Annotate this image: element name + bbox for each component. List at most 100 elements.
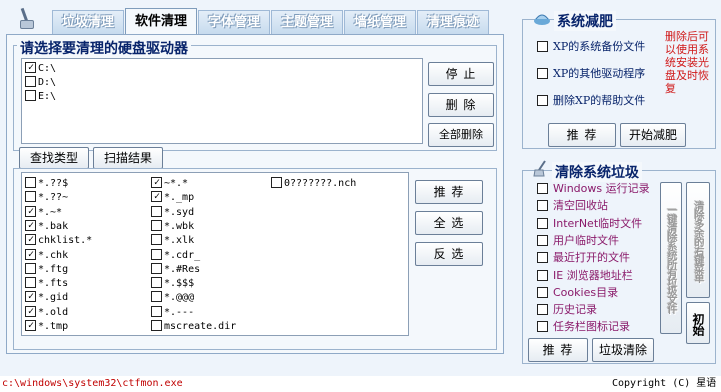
start-slim-button[interactable]: 开始减肥 <box>620 123 686 147</box>
checkbox[interactable] <box>25 219 36 231</box>
junk-item[interactable]: 任务栏图标记录 <box>537 320 630 334</box>
drive-item[interactable]: D:\ <box>25 76 56 90</box>
junk-item[interactable]: 最近打开的文件 <box>537 251 630 265</box>
checkbox[interactable] <box>25 277 36 289</box>
pattern-item[interactable]: *.gid <box>25 291 68 305</box>
checkbox[interactable] <box>25 177 36 188</box>
checkbox[interactable] <box>537 183 548 194</box>
slim-recommend-button[interactable]: 推 荐 <box>548 123 616 147</box>
checkbox[interactable] <box>151 248 162 260</box>
junk-item[interactable]: 用户临时文件 <box>537 234 619 248</box>
clear-context-menu-button[interactable]: 清除多余的右键菜单 <box>686 182 710 298</box>
checkbox[interactable] <box>537 286 548 298</box>
tab-junk-clean[interactable]: 垃圾清理 <box>52 10 124 34</box>
drive-item[interactable]: E:\ <box>25 90 56 104</box>
pattern-item[interactable]: *.syd <box>151 205 194 220</box>
pattern-item[interactable]: *.xlk <box>151 234 194 248</box>
checkbox[interactable] <box>537 269 548 281</box>
slim-item[interactable]: XP的系统备份文件 <box>537 40 645 54</box>
tab-software-clean[interactable]: 软件清理 <box>125 8 197 35</box>
checkbox[interactable] <box>151 219 162 231</box>
checkbox[interactable] <box>537 200 548 212</box>
checkbox[interactable] <box>537 41 548 52</box>
junk-item[interactable]: IE 浏览器地址栏 <box>537 269 633 283</box>
checkbox[interactable] <box>537 252 548 264</box>
checkbox[interactable] <box>151 234 162 246</box>
junk-item[interactable]: InterNet临时文件 <box>537 217 642 231</box>
checkbox[interactable] <box>25 248 36 260</box>
pattern-item[interactable]: *.bak <box>25 219 68 234</box>
junk-item[interactable]: 历史记录 <box>537 303 597 317</box>
checkbox[interactable] <box>25 291 36 303</box>
checkbox[interactable] <box>151 320 162 331</box>
pattern-item[interactable]: 0???????.nch <box>271 177 356 191</box>
pattern-item[interactable]: ~*.* <box>151 177 188 191</box>
scan-results-tab[interactable]: 扫描结果 <box>93 147 163 169</box>
checkbox[interactable] <box>151 205 162 217</box>
checkbox[interactable] <box>25 76 36 87</box>
checkbox[interactable] <box>151 277 162 289</box>
checkbox[interactable] <box>25 62 36 73</box>
junk-recommend-button[interactable]: 推 荐 <box>528 338 588 362</box>
pattern-item[interactable]: *.@@@ <box>151 291 194 305</box>
checkbox[interactable] <box>271 177 282 188</box>
pattern-item[interactable]: *.fts <box>25 277 68 291</box>
pattern-item[interactable]: chklist.* <box>25 234 92 248</box>
tab-wallpaper-manage[interactable]: 墙纸管理 <box>344 10 416 34</box>
find-types-tab[interactable]: 查找类型 <box>19 147 89 169</box>
checkbox[interactable] <box>25 90 36 101</box>
checkbox[interactable] <box>25 191 36 203</box>
pattern-item[interactable]: *.??~ <box>25 191 68 205</box>
checkbox[interactable] <box>537 68 548 79</box>
pattern-list[interactable]: *.??$ *.??~ *.~* *.bak chklist.* *.chk *.ftg *.… <box>21 172 409 336</box>
checkbox[interactable] <box>537 321 548 333</box>
checkbox[interactable] <box>537 234 548 246</box>
pattern-item[interactable]: *.tmp <box>25 320 68 334</box>
pattern-item[interactable]: *.--- <box>151 305 194 320</box>
pattern-item[interactable]: *.chk <box>25 248 68 263</box>
one-click-clean-all-button[interactable]: 一键清除系统所有垃圾文件 <box>660 182 682 334</box>
pattern-item[interactable]: *._mp <box>151 191 194 205</box>
pattern-item[interactable]: mscreate.dir <box>151 320 236 334</box>
checkbox[interactable] <box>25 234 36 246</box>
tab-clear-traces[interactable]: 清理痕迹 <box>417 10 489 34</box>
delete-all-button[interactable]: 全部删除 <box>428 123 494 147</box>
pattern-item[interactable]: *.ftg <box>25 262 68 277</box>
checkbox[interactable] <box>151 262 162 274</box>
slim-item[interactable]: XP的其他驱动程序 <box>537 67 645 81</box>
tab-theme-manage[interactable]: 主题管理 <box>271 10 343 34</box>
checkbox[interactable] <box>537 304 548 316</box>
junk-item[interactable]: Cookies目录 <box>537 286 618 300</box>
select-all-button[interactable]: 全 选 <box>415 211 483 235</box>
checkbox[interactable] <box>151 177 162 188</box>
checkbox[interactable] <box>25 305 36 317</box>
drive-item[interactable]: C:\ <box>25 62 56 76</box>
invert-selection-button[interactable]: 反 选 <box>415 242 483 266</box>
junk-item[interactable]: 清空回收站 <box>537 199 608 213</box>
junk-item[interactable]: Windows 运行记录 <box>537 182 650 196</box>
stop-button[interactable]: 停 止 <box>428 62 494 86</box>
slim-item[interactable]: 删除XP的帮助文件 <box>537 94 645 108</box>
recommend-button[interactable]: 推 荐 <box>415 180 483 204</box>
checkbox[interactable] <box>25 205 36 217</box>
checkbox[interactable] <box>151 291 162 303</box>
checkbox[interactable] <box>151 305 162 317</box>
checkbox[interactable] <box>537 217 548 229</box>
pattern-item[interactable]: *.~* <box>25 205 62 220</box>
pattern-item[interactable]: *.old <box>25 305 68 320</box>
pattern-item[interactable]: *.#Res <box>151 262 200 277</box>
drive-list[interactable]: C:\ D:\ E:\ <box>21 58 423 144</box>
pattern-item[interactable]: *.wbk <box>151 219 194 234</box>
pattern-item[interactable]: *.$$$ <box>151 277 194 291</box>
checkbox[interactable] <box>25 262 36 274</box>
checkbox[interactable] <box>25 320 36 331</box>
pattern-item[interactable]: *.cdr_ <box>151 248 200 263</box>
pattern-item[interactable]: *.??$ <box>25 177 68 191</box>
tab-font-manage[interactable]: 字体管理 <box>198 10 270 34</box>
init-button[interactable]: 初始 <box>686 302 710 344</box>
slim-item-label: XP的其他驱动程序 <box>553 67 646 80</box>
delete-button[interactable]: 删 除 <box>428 93 494 117</box>
checkbox[interactable] <box>537 95 548 106</box>
junk-clean-button[interactable]: 垃圾清除 <box>592 338 654 362</box>
checkbox[interactable] <box>151 191 162 203</box>
